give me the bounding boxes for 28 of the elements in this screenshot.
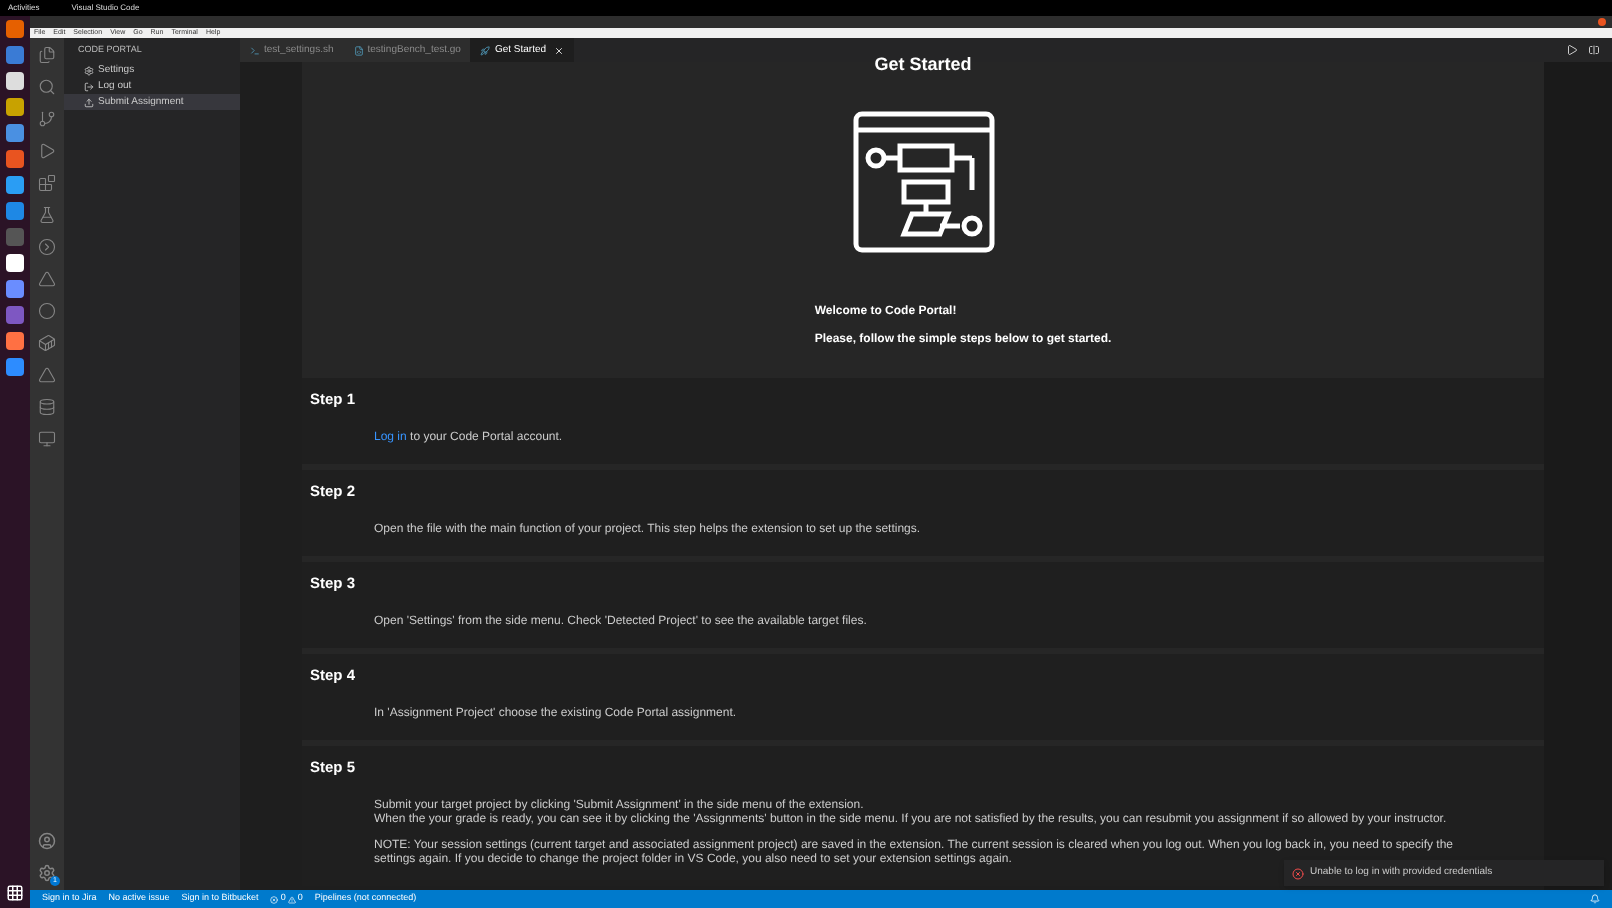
run-icon[interactable] xyxy=(1566,44,1578,56)
activity-icon[interactable] xyxy=(38,174,56,192)
activity-icon[interactable] xyxy=(38,78,56,96)
item-icon xyxy=(84,81,94,91)
file-icon xyxy=(480,45,491,55)
account-icon[interactable] xyxy=(38,832,56,850)
flowchart-drawing xyxy=(851,110,995,254)
activity-icon[interactable] xyxy=(38,110,56,128)
warning-icon xyxy=(287,895,296,903)
activity-icon[interactable] xyxy=(38,142,56,160)
activity-icon[interactable] xyxy=(38,430,56,448)
activity-icon[interactable] xyxy=(38,334,56,352)
item-icon xyxy=(84,65,94,75)
activity-icon[interactable] xyxy=(38,46,56,64)
page-heading: Get Started xyxy=(874,54,972,74)
activity-icon[interactable] xyxy=(38,238,56,256)
error-icon xyxy=(270,895,279,903)
activity-icon[interactable] xyxy=(38,366,56,384)
item-icon xyxy=(84,97,94,107)
file-icon xyxy=(250,45,260,55)
activity-icon[interactable] xyxy=(38,206,56,224)
settings-icon[interactable] xyxy=(38,864,56,882)
file-icon xyxy=(353,45,364,55)
error-icon xyxy=(1292,867,1304,879)
activity-icon[interactable] xyxy=(38,398,56,416)
bell-icon[interactable] xyxy=(1590,894,1600,904)
split-editor-icon[interactable] xyxy=(1588,44,1600,56)
apps-grid-icon[interactable] xyxy=(6,884,24,902)
